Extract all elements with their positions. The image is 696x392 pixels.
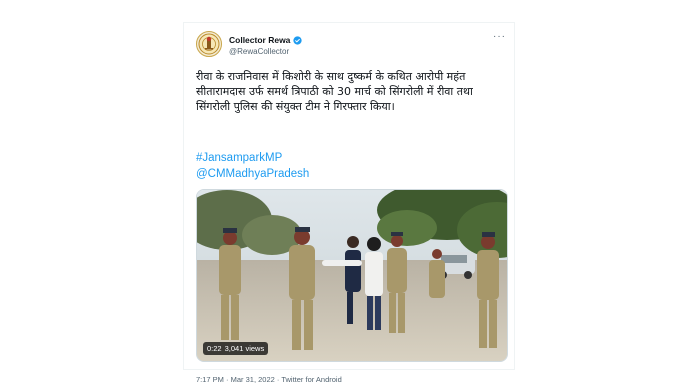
author-info[interactable]: Collector Rewa @RewaCollector xyxy=(229,33,303,58)
tweet-timestamp[interactable]: 7:17 PM · Mar 31, 2022 · Twitter for And… xyxy=(196,375,342,384)
video-frame-image xyxy=(197,190,507,361)
hashtag-list: #JansamparkMP @CMMadhyaPradesh xyxy=(196,150,309,182)
author-handle[interactable]: @RewaCollector xyxy=(229,46,302,58)
government-emblem-icon xyxy=(198,33,220,55)
tweet-text: रीवा के राजनिवास में किशोरी के साथ दुष्क… xyxy=(196,70,473,113)
author-display-name-text: Collector Rewa xyxy=(229,35,291,45)
tweet-card[interactable]: Collector Rewa @RewaCollector ··· रीवा क… xyxy=(183,22,515,384)
more-options-icon[interactable]: ··· xyxy=(493,31,506,42)
mention-link[interactable]: @CMMadhyaPradesh xyxy=(196,166,309,182)
video-duration: 0:22 xyxy=(207,344,222,353)
author-avatar[interactable] xyxy=(196,31,222,57)
video-player[interactable]: 0:22 3,041 views xyxy=(196,189,508,362)
author-display-name[interactable]: Collector Rewa xyxy=(229,34,303,46)
verified-badge-icon xyxy=(293,35,303,45)
video-meta-badge: 0:22 3,041 views xyxy=(203,342,269,355)
hashtag-link[interactable]: #JansamparkMP xyxy=(196,150,309,166)
video-views: 3,041 views xyxy=(224,344,265,353)
